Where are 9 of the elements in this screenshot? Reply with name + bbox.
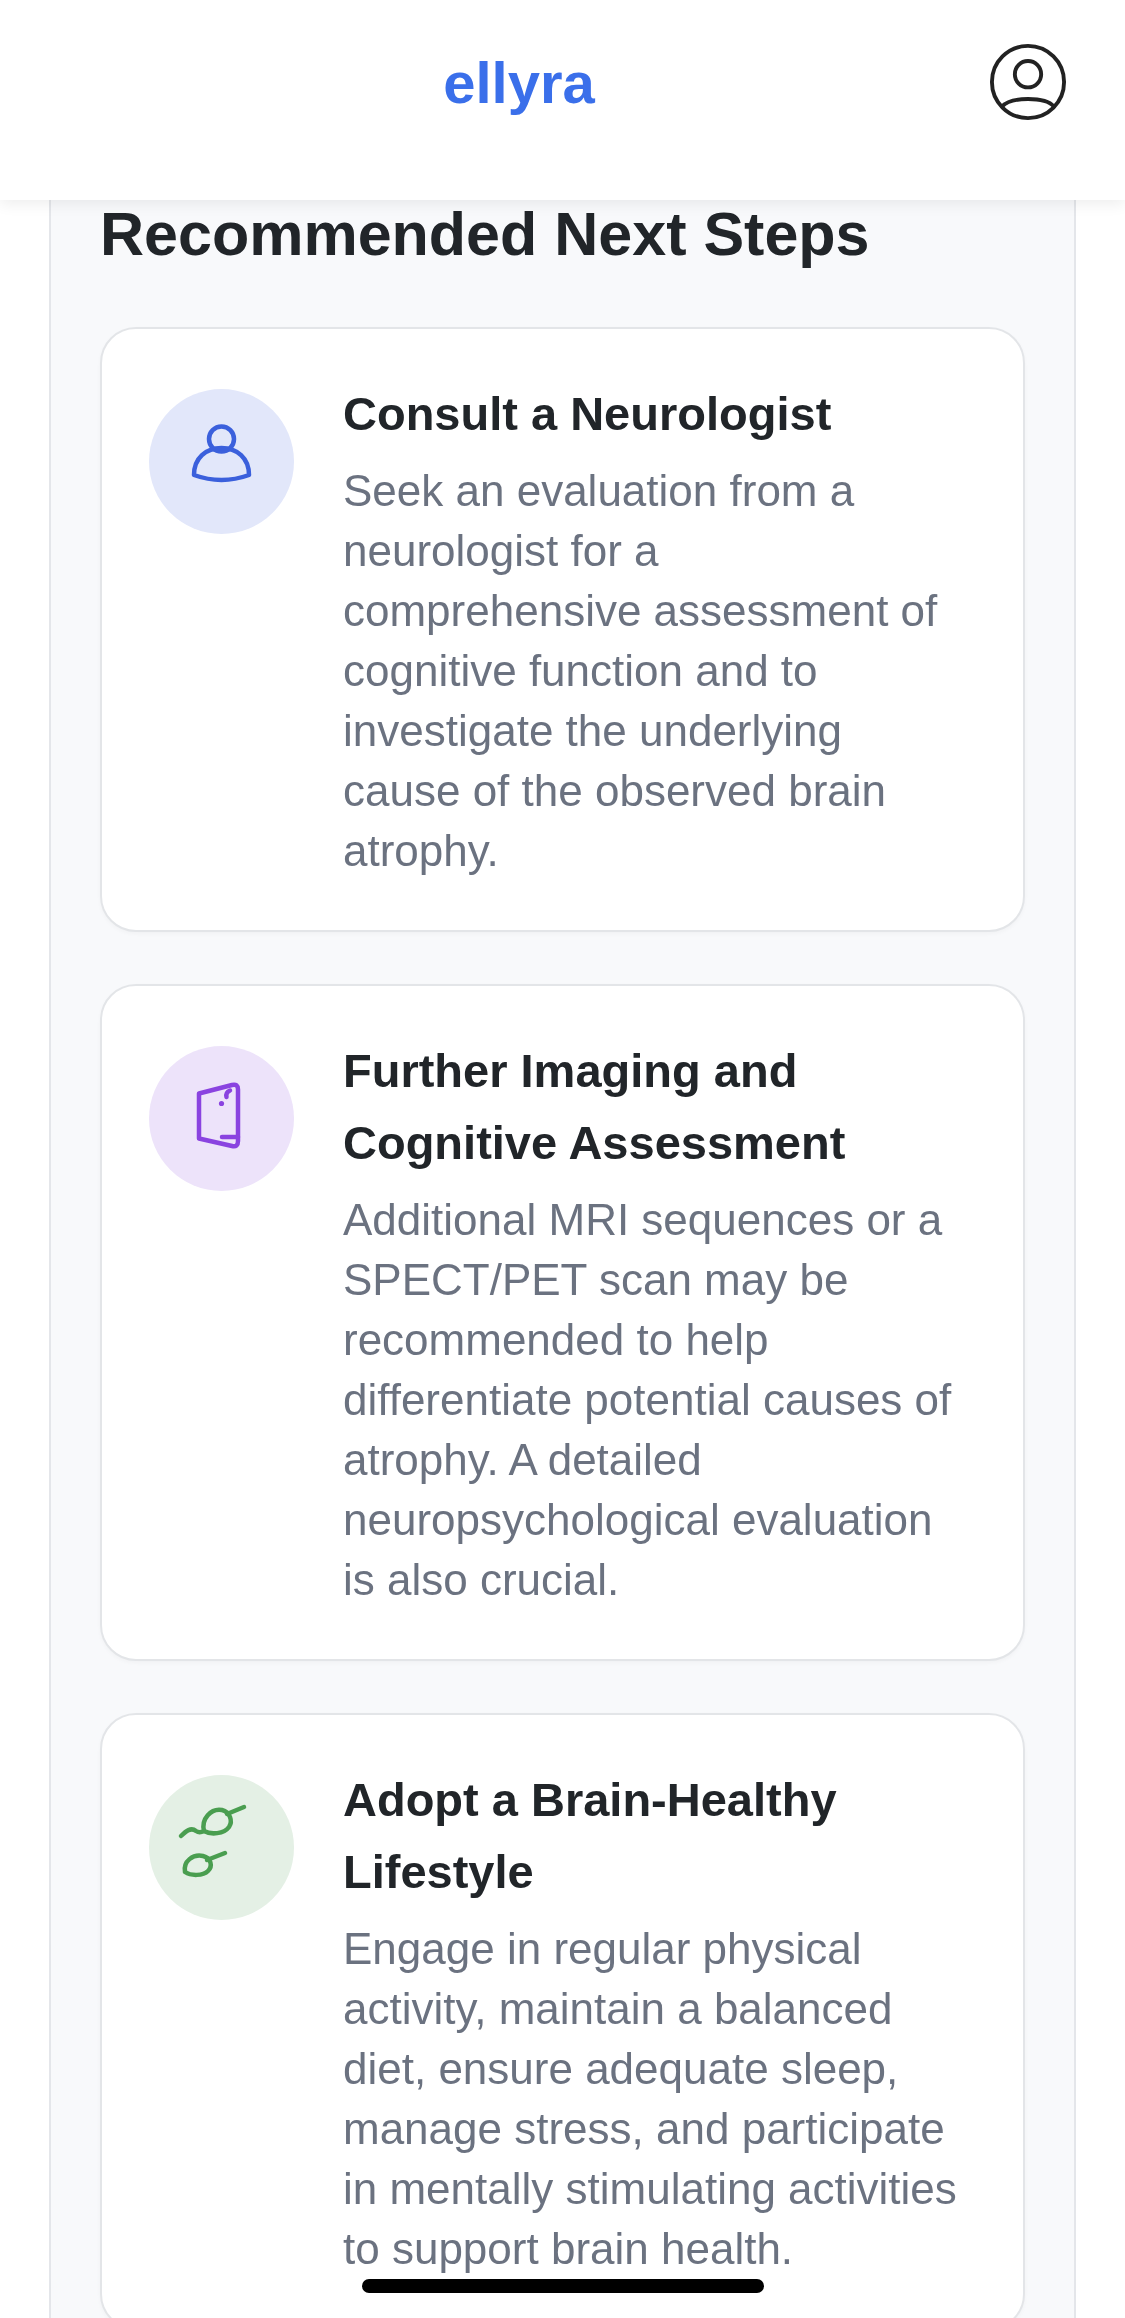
step-title: Adopt a Brain-Healthy Lifestyle <box>343 1772 838 1900</box>
step-description: Seek an evaluation from a neurologist for a comprehensive assessment of cognitive function and to investigate the underlying cause of the observed brain atrophy. <box>343 465 939 877</box>
step-title: Further Imaging and Cognitive Assessment <box>343 1043 847 1171</box>
step-description: Engage in regular physical activity, maintain a balanced diet, ensure adequate sleep, manage stress, and participate in mentally stimulating activities to support brain health. <box>343 1923 958 2275</box>
section-heading: Recommended Next Steps <box>100 200 871 268</box>
brand-logo[interactable]: ellyra <box>443 50 595 115</box>
profile-icon[interactable] <box>989 43 1067 121</box>
step-title: Consult a Neurologist <box>343 386 833 442</box>
step-description: Additional MRI sequences or a SPECT/PET scan may be recommended to help differentiate potential causes of atrophy. A detailed neuropsychological evaluation is also crucial. <box>343 1194 953 1606</box>
